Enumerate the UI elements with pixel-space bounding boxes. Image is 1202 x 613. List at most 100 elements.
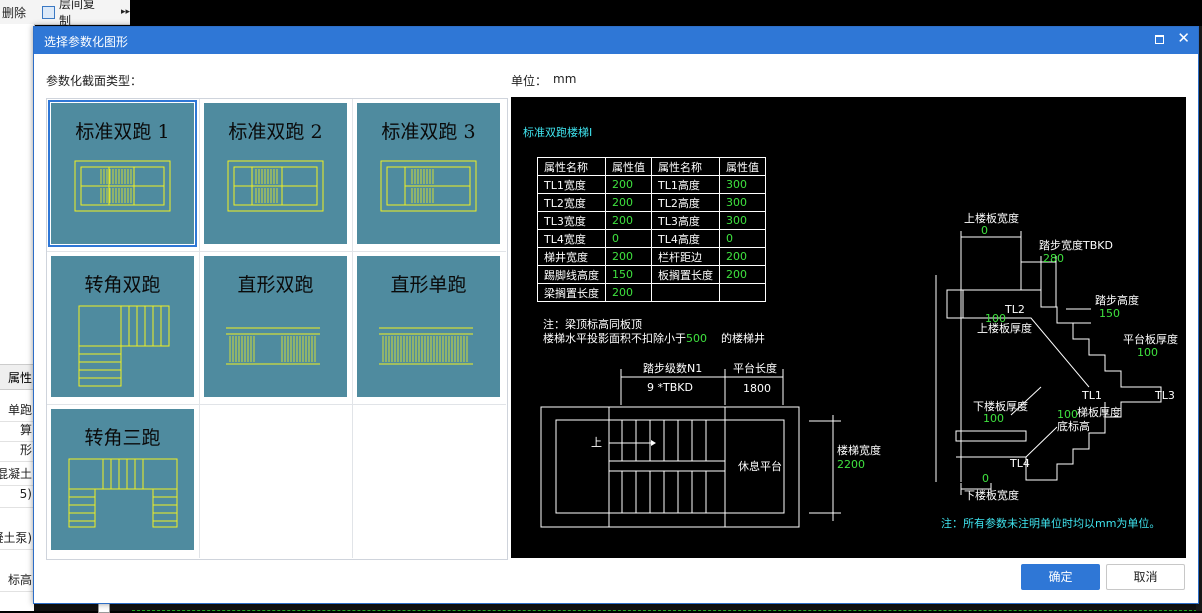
param-value: 150 [605, 265, 652, 284]
corner-stair-icon [78, 305, 170, 387]
shape-tile: 直形单跑 [357, 256, 500, 397]
rest-platform-label: 休息平台 [738, 460, 782, 473]
table-header-row: 属性名称 属性值 属性名称 属性值 [537, 157, 766, 176]
tl1-label: TL1 [1082, 389, 1102, 402]
param-value: 200 [605, 193, 652, 212]
param-name: 板搁置长度 [651, 265, 720, 284]
corner-triple-stair-icon [68, 458, 178, 528]
tread-height-label: 踏步高度 [1095, 294, 1139, 307]
param-name: TL1高度 [651, 175, 720, 194]
table-row: TL3宽度 200 TL3高度 300 [537, 211, 766, 230]
param-name: TL1宽度 [537, 175, 606, 194]
section-type-label: 参数化截面类型： [46, 74, 143, 88]
cancel-button[interactable]: 取消 [1106, 564, 1185, 590]
param-name: TL4高度 [651, 229, 720, 248]
shape-straight-single[interactable]: 直形单跑 [353, 252, 506, 405]
unit-label: 单位： [511, 74, 548, 88]
shape-standard-double-3[interactable]: 标准双跑 3 [353, 99, 506, 252]
note-line-1: 注：梁顶标高同板顶 [543, 318, 642, 331]
param-name: TL2宽度 [537, 193, 606, 212]
floor-copy-tool[interactable]: 层间复制 [59, 0, 107, 29]
shape-straight-double[interactable]: 直形双跑 [200, 252, 353, 405]
background-property-panel: 属性 单跑 算 形 混凝土 5) 凝土泵) 标高 [0, 24, 35, 611]
platform-thickness-label: 平台板厚度 [1123, 333, 1178, 346]
maximize-icon[interactable] [1155, 35, 1164, 44]
param-name: TL3宽度 [537, 211, 606, 230]
up-label: 上 [591, 436, 602, 449]
param-name: 梁搁置长度 [537, 283, 606, 302]
param-value: 300 [719, 193, 766, 212]
param-name: TL3高度 [651, 211, 720, 230]
straight-stair-icon [226, 327, 320, 365]
table-row: 梯井宽度 200 栏杆距边 200 [537, 247, 766, 266]
property-row[interactable]: 形 [0, 441, 34, 462]
param-value: 200 [719, 247, 766, 266]
double-run-stair-icon [380, 160, 477, 212]
property-panel-header: 属性 [0, 364, 34, 390]
table-row: TL1宽度 200 TL1高度 300 [537, 175, 766, 194]
bottom-slab-width-label: 下楼板宽度 [964, 489, 1019, 502]
param-name: TL4宽度 [537, 229, 606, 248]
param-value: 0 [719, 229, 766, 248]
stair-width-value: 2200 [837, 458, 865, 471]
note-line-2: 楼梯水平投影面积不扣除小于500 的楼梯井 [543, 332, 765, 345]
dialog-titlebar[interactable]: 选择参数化图形 ✕ [34, 27, 1198, 54]
shape-standard-double-1[interactable]: 标准双跑 1 [47, 99, 200, 252]
table-row: 踢脚线高度 150 板搁置长度 200 [537, 265, 766, 284]
copy-icon [42, 5, 55, 19]
stair-width-label: 楼梯宽度 [837, 444, 881, 457]
tread-width-value: 280 [1043, 252, 1064, 265]
param-name [651, 283, 720, 302]
background-toolbar: 删除 层间复制 ▸▸ [0, 0, 130, 28]
dialog-title: 选择参数化图形 [44, 35, 129, 49]
ok-button[interactable]: 确定 [1021, 564, 1100, 590]
param-value: 200 [605, 283, 652, 302]
tl4-label: TL4 [1010, 457, 1030, 470]
steps-label: 踏步级数N1 [643, 362, 703, 375]
param-value: 0 [605, 229, 652, 248]
bottom-slab-width-value: 0 [982, 472, 989, 485]
property-row[interactable]: 标高 [0, 571, 34, 592]
table-header: 属性值 [605, 157, 652, 176]
delete-tool[interactable]: 删除 [2, 4, 26, 21]
shape-tile: 标准双跑 3 [357, 103, 500, 244]
select-parametric-shape-dialog: 选择参数化图形 ✕ 参数化截面类型： 单位： mm 标准双跑 1 标准双跑 2 … [33, 26, 1199, 604]
background-cad-lines [132, 603, 1202, 611]
platform-length-label: 平台长度 [733, 362, 777, 375]
param-value: 200 [605, 247, 652, 266]
param-value: 300 [719, 211, 766, 230]
param-value: 200 [605, 211, 652, 230]
property-row[interactable]: 混凝土 [0, 465, 34, 486]
param-name: 踢脚线高度 [537, 265, 606, 284]
toolbar-overflow-icon[interactable]: ▸▸ [121, 7, 130, 17]
double-run-stair-icon [227, 160, 324, 212]
unit-value: mm [553, 72, 577, 86]
shape-tile: 转角三跑 [51, 409, 194, 550]
shape-preview: 标准双跑楼梯Ⅰ 属性名称 属性值 属性名称 属性值 TL1宽度 200 TL1高度… [511, 97, 1186, 558]
close-icon[interactable]: ✕ [1177, 29, 1190, 47]
shape-tile: 直形双跑 [204, 256, 347, 397]
property-row[interactable]: 凝土泵) [0, 529, 34, 550]
double-run-stair-icon [74, 160, 171, 212]
property-row[interactable]: 单跑 [0, 401, 34, 422]
bottom-elevation-label: 底标高 [1057, 420, 1090, 433]
preview-heading: 标准双跑楼梯Ⅰ [523, 126, 593, 139]
parameter-table: 属性名称 属性值 属性名称 属性值 TL1宽度 200 TL1高度 300 TL2宽… [537, 157, 766, 302]
background-canvas [130, 0, 1202, 26]
shape-tile: 标准双跑 1 [48, 100, 197, 247]
shape-corner-double[interactable]: 转角双跑 [47, 252, 200, 405]
param-name: 梯井宽度 [537, 247, 606, 266]
table-row: 梁搁置长度 200 [537, 283, 766, 302]
property-row[interactable]: 算 [0, 421, 34, 442]
shape-corner-triple[interactable]: 转角三跑 [47, 405, 200, 558]
shape-standard-double-2[interactable]: 标准双跑 2 [200, 99, 353, 252]
top-slab-width-value: 0 [981, 224, 988, 237]
param-value: 200 [605, 175, 652, 194]
tread-height-value: 150 [1099, 307, 1120, 320]
param-value: 200 [719, 265, 766, 284]
bottom-slab-thickness-value: 100 [983, 412, 1004, 425]
empty-cell [353, 405, 506, 558]
table-row: TL2宽度 200 TL2高度 300 [537, 193, 766, 212]
steps-formula: 9 *TBKD [647, 381, 693, 394]
property-row[interactable]: 5) [0, 487, 34, 508]
